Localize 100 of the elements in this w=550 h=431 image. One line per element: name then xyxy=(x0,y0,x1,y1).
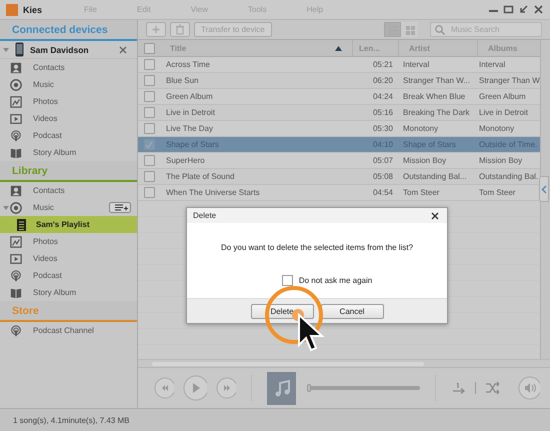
delete-button[interactable] xyxy=(170,22,190,37)
row-checkbox[interactable] xyxy=(144,171,154,182)
table-cell: SuperHero xyxy=(166,156,205,165)
phone-icon xyxy=(15,42,24,57)
previous-button[interactable] xyxy=(154,377,174,399)
table-row[interactable]: Across Time 05:21 Interval Interval xyxy=(138,57,540,73)
repeat-one-icon[interactable] xyxy=(451,381,466,395)
photos-icon xyxy=(10,236,22,248)
table-row[interactable]: SuperHero 05:07 Mission Boy Mission Boy xyxy=(138,153,540,169)
sidebar-item[interactable]: Photos xyxy=(0,93,137,110)
sidebar-item[interactable]: Podcast xyxy=(0,127,137,144)
click-indicator-icon xyxy=(264,285,324,345)
table-cell: Break When Blue xyxy=(403,92,466,101)
table-row[interactable]: The Plate of Sound 05:08 Outstanding Bal... Outstanding Bal. xyxy=(138,169,540,185)
close-icon[interactable] xyxy=(431,212,439,220)
table-cell: Stranger Than W... xyxy=(403,76,470,85)
collapse-panel-tab[interactable] xyxy=(539,176,549,202)
table-cell: Interval xyxy=(403,60,430,69)
podcast-icon xyxy=(10,130,22,142)
podcast-icon xyxy=(10,324,22,336)
row-checkbox[interactable] xyxy=(144,187,154,198)
restore-icon[interactable] xyxy=(518,4,529,15)
table-cell: Tom Steer xyxy=(403,188,440,197)
progress-slider[interactable] xyxy=(309,386,420,390)
sidebar-item[interactable]: Story Album xyxy=(0,144,137,161)
select-all-checkbox[interactable] xyxy=(144,42,154,54)
table-cell: Outstanding Bal... xyxy=(403,172,467,181)
checkbox-label[interactable]: Do not ask me again xyxy=(298,276,372,285)
videos-icon xyxy=(10,252,22,264)
next-button[interactable] xyxy=(216,377,236,399)
table-cell: Shape of Stars xyxy=(403,140,456,149)
dialog-button[interactable]: Cancel xyxy=(320,304,384,318)
table-cell: Breaking The Dark xyxy=(403,108,470,117)
contacts-icon xyxy=(10,62,22,74)
table-cell: Mission Boy xyxy=(479,156,522,165)
sidebar-item[interactable]: Podcast Channel xyxy=(0,322,137,339)
sidebar-item[interactable]: Contacts xyxy=(0,59,137,76)
table-cell: 04:54 xyxy=(372,188,393,197)
grid-view-button[interactable] xyxy=(401,22,418,37)
search-icon xyxy=(435,24,445,34)
row-checkbox[interactable] xyxy=(144,155,154,166)
checkbox[interactable] xyxy=(282,275,293,286)
row-checkbox[interactable] xyxy=(144,91,154,102)
podcast-icon xyxy=(10,270,22,282)
table-row[interactable]: Green Album 04:24 Break When Blue Green Album xyxy=(138,89,540,105)
list-view-button[interactable] xyxy=(384,22,401,37)
shuffle-icon[interactable] xyxy=(484,381,500,395)
sidebar-item[interactable]: Videos xyxy=(0,110,137,127)
photos-icon xyxy=(10,96,22,108)
chevron-left-icon xyxy=(541,184,547,194)
expand-icon[interactable] xyxy=(3,206,9,210)
expand-icon[interactable] xyxy=(3,48,9,52)
row-checkbox[interactable] xyxy=(144,75,154,86)
sidebar-item[interactable]: Music xyxy=(0,76,137,93)
section-title: Library xyxy=(12,164,48,176)
table-row[interactable]: Live The Day 05:30 Monotony Monotony xyxy=(138,121,540,137)
table-cell: When The Universe Starts xyxy=(166,188,260,197)
sidebar-item[interactable]: Music xyxy=(0,199,137,216)
sort-ascending-icon[interactable] xyxy=(335,46,342,50)
music-icon xyxy=(10,78,22,90)
sidebar-item[interactable]: Contacts xyxy=(0,182,137,199)
sidebar-item[interactable]: Podcast xyxy=(0,267,137,284)
row-checkbox[interactable] xyxy=(144,123,154,134)
play-button[interactable] xyxy=(182,375,207,401)
section-title: Connected devices xyxy=(12,24,108,36)
table-cell: Shape of Stars xyxy=(166,140,219,149)
table-cell: Across Time xyxy=(166,60,210,69)
sidebar-item[interactable]: Photos xyxy=(0,233,137,250)
table-row[interactable]: Blue Sun 06:20 Stranger Than W... Stranger Than W xyxy=(138,73,540,89)
maximize-icon[interactable] xyxy=(503,4,514,15)
table-cell: 04:10 xyxy=(372,140,393,149)
table-cell: Interval xyxy=(479,60,506,69)
app-logo-icon xyxy=(6,4,18,16)
playlist-item[interactable]: Sam's Playlist xyxy=(0,216,137,233)
add-playlist-button[interactable] xyxy=(109,202,131,213)
table-cell: Live in Detroit xyxy=(479,108,528,117)
table-cell: Monotony xyxy=(403,124,438,133)
story-icon xyxy=(10,286,22,298)
sidebar-item[interactable]: Videos xyxy=(0,250,137,267)
window-title: Kies xyxy=(23,4,42,14)
table-row[interactable]: Live in Detroit 05:16 Breaking The Dark Live in Detroit xyxy=(138,105,540,121)
status-text: 1 song(s), 4.1minute(s), 7.43 MB xyxy=(13,416,130,424)
table-cell: Outside of Time. xyxy=(479,140,538,149)
videos-icon xyxy=(10,112,22,124)
device-item[interactable]: Sam Davidson xyxy=(0,41,137,59)
sidebar-item[interactable]: Story Album xyxy=(0,284,137,301)
table-cell: Live in Detroit xyxy=(166,108,215,117)
add-button[interactable] xyxy=(146,22,166,37)
table-row[interactable]: When The Universe Starts 04:54 Tom Steer Tom Steer xyxy=(138,185,540,201)
table-cell: Monotony xyxy=(479,124,514,133)
row-checkbox[interactable] xyxy=(144,59,154,70)
table-cell: Outstanding Bal. xyxy=(479,172,538,181)
table-cell: 05:30 xyxy=(372,124,393,133)
horizontal-scrollbar[interactable] xyxy=(138,359,550,367)
volume-button[interactable] xyxy=(518,376,540,400)
album-art-icon xyxy=(266,372,296,404)
table-cell: Blue Sun xyxy=(166,76,198,85)
row-checkbox[interactable] xyxy=(144,139,154,150)
table-cell: 05:07 xyxy=(372,156,393,165)
row-checkbox[interactable] xyxy=(144,107,154,118)
